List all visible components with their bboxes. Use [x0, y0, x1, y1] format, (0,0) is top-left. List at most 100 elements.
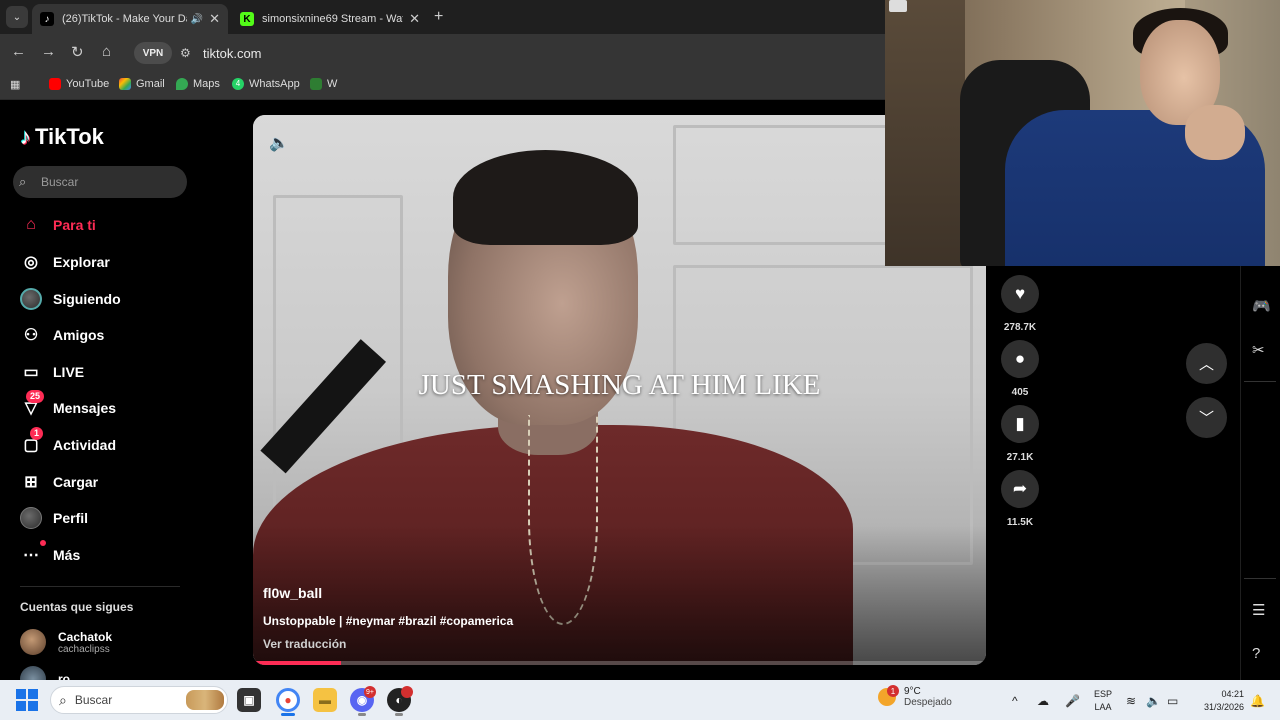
- video-player[interactable]: 🔈 JUST SMASHING AT HIM LIKE fl0w_ball Un…: [253, 115, 986, 665]
- bookmark-w[interactable]: W: [310, 78, 337, 90]
- nav-explorar[interactable]: ◎ Explorar: [20, 248, 110, 276]
- webcam-background-left: [885, 0, 965, 266]
- home-icon[interactable]: ⌂: [102, 43, 111, 60]
- tab-search-chevron-icon[interactable]: ⌄: [6, 6, 28, 28]
- forward-arrow-icon[interactable]: →: [41, 43, 56, 60]
- save-count: 27.1K: [1006, 452, 1034, 463]
- volume-icon[interactable]: 🔈: [269, 133, 289, 153]
- chevron-down-icon: ﹀: [1198, 410, 1214, 427]
- w-site-icon: [310, 78, 322, 90]
- weather-badge: 1: [887, 685, 899, 697]
- tab-close-icon[interactable]: ✕: [409, 11, 420, 27]
- tab-tiktok[interactable]: ♪ (26)TikTok - Make Your Day 🔊 ✕: [32, 4, 228, 34]
- onedrive-cloud-icon[interactable]: ☁: [1037, 694, 1049, 708]
- nav-mensajes[interactable]: ▽ 25 Mensajes: [20, 390, 116, 422]
- translate-link[interactable]: Ver traducción: [263, 637, 346, 651]
- activity-icon: ▢ 1: [20, 427, 44, 456]
- obs-running-indicator: [395, 713, 403, 716]
- task-view-icon[interactable]: ▣: [237, 688, 261, 712]
- nav-amigos[interactable]: ⚇ Amigos: [20, 321, 105, 349]
- previous-video-button[interactable]: ︿: [1186, 343, 1227, 384]
- nav-live[interactable]: ▭ LIVE: [20, 358, 84, 386]
- tab-kick-stream[interactable]: K simonsixnine69 Stream - Watch ✕: [232, 4, 428, 34]
- vpn-button[interactable]: VPN: [134, 42, 172, 64]
- tab-audio-icon[interactable]: 🔊: [191, 14, 203, 25]
- apps-grid-icon[interactable]: ▦: [10, 78, 20, 91]
- search-icon: ⌕: [19, 174, 27, 189]
- like-action[interactable]: ♥ 278.7K: [1000, 275, 1040, 333]
- discord-badge: 9+: [364, 686, 376, 698]
- followed-account-cachatok[interactable]: Cachatok cachaclipss: [20, 629, 112, 655]
- profile-avatar-icon: [20, 507, 42, 529]
- friends-icon: ⚇: [23, 327, 39, 344]
- battery-icon[interactable]: ▭: [1167, 694, 1178, 708]
- messages-icon: ▽ 25: [20, 390, 45, 419]
- video-person-hair: [453, 150, 638, 245]
- bookmark-icon[interactable]: ▮: [1001, 405, 1039, 443]
- file-explorer-icon[interactable]: ▬: [313, 688, 337, 712]
- gamepad-icon[interactable]: 🎮: [1252, 297, 1271, 315]
- tiktok-logo[interactable]: ♪ TikTok: [20, 124, 104, 150]
- video-author[interactable]: fl0w_ball: [263, 585, 322, 601]
- chrome-active-indicator: [281, 713, 295, 716]
- bookmark-maps[interactable]: Maps: [176, 78, 220, 90]
- nav-cargar[interactable]: ⊞ Cargar: [20, 468, 98, 496]
- comment-action[interactable]: ● 405: [1000, 340, 1040, 398]
- bookmark-gmail[interactable]: Gmail: [119, 78, 165, 90]
- help-icon[interactable]: ?: [1252, 645, 1260, 662]
- activity-badge: 1: [30, 427, 44, 440]
- bookmark-youtube[interactable]: YouTube: [49, 78, 109, 90]
- rail-divider: [1244, 381, 1276, 382]
- live-tv-icon: ▭: [23, 364, 39, 381]
- new-tab-plus-icon[interactable]: +: [434, 8, 443, 26]
- next-video-button[interactable]: ﹀: [1186, 397, 1227, 438]
- nav-para-ti[interactable]: ⌂ Para ti: [20, 211, 96, 239]
- chevron-up-icon: ︿: [1198, 356, 1214, 373]
- windows-start-icon[interactable]: [16, 689, 38, 711]
- video-caption-text: JUST SMASHING AT HIM LIKE: [418, 369, 821, 401]
- webcam-overlay: [885, 0, 1280, 266]
- microphone-icon[interactable]: 🎤: [1065, 694, 1080, 708]
- weather-temp: 9°C: [904, 686, 921, 697]
- comment-count: 405: [1011, 387, 1029, 398]
- heart-icon[interactable]: ♥: [1001, 275, 1039, 313]
- language-indicator[interactable]: ESP LAA: [1094, 688, 1112, 714]
- video-description: Unstoppable | #neymar #brazil #copameric…: [263, 614, 514, 628]
- comment-icon[interactable]: ●: [1001, 340, 1039, 378]
- sliders-icon[interactable]: ☰: [1252, 601, 1265, 619]
- webcam-person-hand: [1185, 105, 1245, 160]
- nav-perfil[interactable]: Perfil: [20, 504, 88, 532]
- taskbar-search[interactable]: ⌕ Buscar: [50, 686, 228, 714]
- reload-icon[interactable]: ↻: [71, 43, 84, 61]
- video-progress-bar[interactable]: [253, 661, 986, 665]
- tools-icon[interactable]: ✂: [1252, 341, 1265, 359]
- nav-siguiendo[interactable]: Siguiendo: [20, 285, 121, 313]
- notification-bell-icon[interactable]: 🔔: [1250, 694, 1265, 708]
- speaker-icon[interactable]: 🔈: [1146, 694, 1161, 708]
- avatar: [20, 629, 46, 655]
- weather-desc: Despejado: [904, 697, 952, 708]
- nav-actividad[interactable]: ▢ 1 Actividad: [20, 427, 116, 459]
- tab-title: simonsixnine69 Stream - Watch: [262, 13, 404, 25]
- taskbar-clock[interactable]: 04:21 31/3/2026: [1196, 688, 1244, 714]
- taskbar-search-label: Buscar: [74, 693, 113, 707]
- save-action[interactable]: ▮ 27.1K: [1000, 405, 1040, 463]
- chrome-icon[interactable]: ●: [276, 688, 300, 712]
- following-avatar-icon: [20, 288, 42, 310]
- search-input[interactable]: [41, 175, 181, 189]
- nav-mas[interactable]: ⋯ Más: [20, 540, 80, 569]
- tab-close-icon[interactable]: ✕: [209, 11, 220, 27]
- share-count: 11.5K: [1006, 517, 1034, 528]
- url-field[interactable]: tiktok.com: [203, 46, 262, 61]
- share-arrow-icon[interactable]: ➦: [1001, 470, 1039, 508]
- share-action[interactable]: ➦ 11.5K: [1000, 470, 1040, 528]
- webcam-corner-icon: [889, 0, 907, 12]
- back-arrow-icon[interactable]: ←: [11, 43, 26, 60]
- search-highlight-image: [186, 690, 224, 710]
- tiktok-search-box[interactable]: ⌕: [13, 166, 187, 198]
- site-settings-icon[interactable]: ⚙: [180, 46, 191, 60]
- tray-chevron-up-icon[interactable]: ^: [1012, 694, 1018, 708]
- wifi-icon[interactable]: ≋: [1126, 694, 1136, 708]
- obs-badge-dot: [401, 686, 413, 698]
- bookmark-whatsapp[interactable]: 4 WhatsApp: [232, 78, 300, 90]
